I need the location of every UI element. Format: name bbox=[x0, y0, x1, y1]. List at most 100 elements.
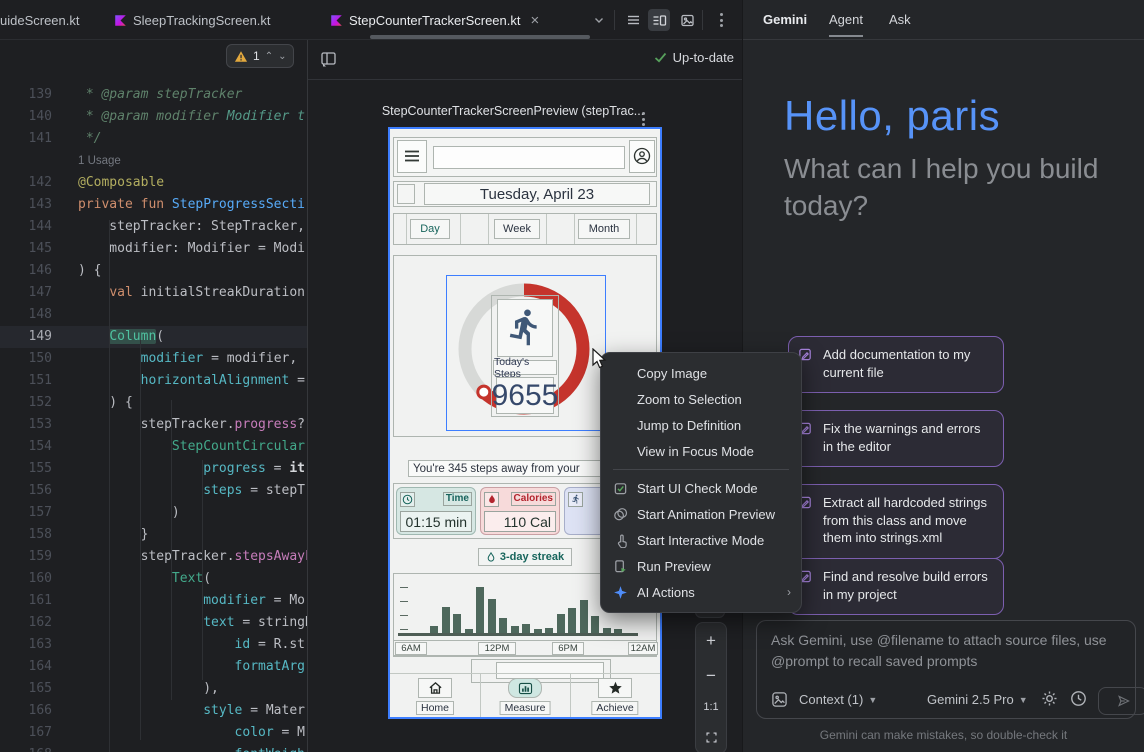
gemini-panel-title: Gemini bbox=[763, 12, 807, 27]
split-view-icon[interactable] bbox=[648, 9, 670, 31]
code-line-154[interactable]: 154 StepCountCircular bbox=[0, 436, 307, 458]
account-button[interactable] bbox=[629, 140, 655, 173]
code-line-140[interactable]: 140 * @param modifier Modifier t bbox=[0, 106, 307, 128]
zoom-out-button[interactable]: − bbox=[706, 667, 716, 684]
menu-item-start-animation-preview[interactable]: Start Animation Preview bbox=[601, 501, 801, 527]
menu-item-start-interactive-mode[interactable]: Start Interactive Mode bbox=[601, 527, 801, 553]
close-icon[interactable]: × bbox=[530, 12, 539, 29]
editor-horizontal-scrollbar[interactable] bbox=[370, 35, 590, 39]
preview-context-menu: Copy ImageZoom to SelectionJump to Defin… bbox=[600, 352, 802, 613]
menu-item-zoom-to-selection[interactable]: Zoom to Selection bbox=[601, 386, 801, 412]
code-line-158[interactable]: 158 } bbox=[0, 524, 307, 546]
code-line-143[interactable]: 143private fun StepProgressSecti bbox=[0, 194, 307, 216]
nav-item-measure[interactable]: Measure bbox=[480, 674, 570, 717]
preview-kebab-menu-icon[interactable] bbox=[642, 102, 645, 126]
streak-label: 3-day streak bbox=[500, 551, 564, 563]
tab-list-chevron-down-icon[interactable] bbox=[588, 9, 610, 31]
menu-item-jump-to-definition[interactable]: Jump to Definition bbox=[601, 412, 801, 438]
gemini-prompt-input[interactable]: Ask Gemini, use @filename to attach sour… bbox=[756, 620, 1136, 719]
code-line-145[interactable]: 145 modifier: Modifier = Modi bbox=[0, 238, 307, 260]
date-header: Tuesday, April 23 bbox=[424, 183, 650, 205]
menu-item-ai-actions[interactable]: AI Actions› bbox=[601, 579, 801, 605]
editor-tab-uidescreen-kt[interactable]: uideScreen.kt bbox=[0, 0, 106, 40]
code-line-139[interactable]: 139 * @param stepTracker bbox=[0, 84, 307, 106]
send-button[interactable] bbox=[1098, 687, 1144, 715]
code-line-152[interactable]: 152 ) { bbox=[0, 392, 307, 414]
code-text: steps = stepT bbox=[78, 483, 305, 498]
code-line-141[interactable]: 141 */ bbox=[0, 128, 307, 150]
code-line-153[interactable]: 153 stepTracker.progress? bbox=[0, 414, 307, 436]
hamburger-menu-button[interactable] bbox=[397, 140, 427, 173]
design-view-icon[interactable] bbox=[676, 9, 698, 31]
suggestion-card-3[interactable]: Extract all hardcoded strings from this … bbox=[788, 484, 1004, 559]
line-number: 167 bbox=[0, 722, 60, 744]
code-line-144[interactable]: 144 stepTracker: StepTracker, bbox=[0, 216, 307, 238]
suggestion-card-2[interactable]: Fix the warnings and errors in the edito… bbox=[788, 410, 1004, 467]
editor-kebab-menu-icon[interactable] bbox=[710, 9, 732, 31]
code-text: stepTracker.progress? bbox=[78, 417, 305, 432]
line-number: 166 bbox=[0, 700, 60, 722]
nav-item-achieve[interactable]: Achieve bbox=[570, 674, 660, 717]
code-line-155[interactable]: 155 progress = it bbox=[0, 458, 307, 480]
code-line-167[interactable]: 167 color = M bbox=[0, 722, 307, 744]
code-line-160[interactable]: 160 Text( bbox=[0, 568, 307, 590]
tab-ask[interactable]: Ask bbox=[889, 12, 911, 35]
previous-issue-chevron-up-icon[interactable]: ⌃ bbox=[265, 51, 273, 62]
period-tab-day[interactable]: Day bbox=[410, 219, 450, 239]
code-line-162[interactable]: 162 text = stringR bbox=[0, 612, 307, 634]
settings-gear-icon[interactable] bbox=[1041, 690, 1058, 707]
zoom-controls: + − 1:1 bbox=[695, 622, 727, 752]
editor-tab-sleeptrackingscreen-kt[interactable]: SleepTrackingScreen.kt bbox=[114, 0, 319, 40]
code-line-161[interactable]: 161 modifier = Mo bbox=[0, 590, 307, 612]
code-line-163[interactable]: 163 id = R.st bbox=[0, 634, 307, 656]
code-line-147[interactable]: 147 val initialStreakDuration bbox=[0, 282, 307, 304]
code-text: modifier = Mo bbox=[78, 593, 305, 608]
tab-agent[interactable]: Agent bbox=[829, 12, 863, 37]
code-line-148[interactable]: 148 bbox=[0, 304, 307, 326]
code-line-149[interactable]: 149 Column( bbox=[0, 326, 307, 348]
suggestion-text: Find and resolve build errors in my proj… bbox=[823, 569, 988, 602]
menu-item-view-in-focus-mode[interactable]: View in Focus Mode bbox=[601, 438, 801, 464]
code-line-157[interactable]: 157 ) bbox=[0, 502, 307, 524]
attach-image-icon[interactable] bbox=[771, 691, 788, 708]
suggestion-card-1[interactable]: Add documentation to my current file bbox=[788, 336, 1004, 393]
fit-to-screen-icon[interactable] bbox=[705, 731, 718, 744]
steps-value: 9655 bbox=[496, 377, 554, 414]
code-line-164[interactable]: 164 formatArg bbox=[0, 656, 307, 678]
code-editor[interactable]: 139 * @param stepTracker140 * @param mod… bbox=[0, 40, 307, 752]
preview-title[interactable]: StepCounterTrackerScreenPreview (stepTra… bbox=[378, 104, 648, 118]
usage-inlay-hint[interactable]: 1 Usage bbox=[0, 150, 307, 172]
code-line-159[interactable]: 159 stepTracker.stepsAwayF bbox=[0, 546, 307, 568]
chart-bar bbox=[522, 624, 530, 633]
code-line-146[interactable]: 146) { bbox=[0, 260, 307, 282]
menu-item-start-ui-check-mode[interactable]: Start UI Check Mode bbox=[601, 475, 801, 501]
search-input[interactable] bbox=[433, 146, 625, 169]
nav-item-home[interactable]: Home bbox=[390, 674, 480, 717]
next-issue-chevron-down-icon[interactable]: ⌄ bbox=[278, 51, 286, 62]
stat-card-value: 110 Cal bbox=[484, 511, 556, 532]
period-tab-week[interactable]: Week bbox=[494, 219, 540, 239]
code-view-icon[interactable] bbox=[622, 9, 644, 31]
context-dropdown[interactable]: Context (1)▼ bbox=[799, 692, 877, 707]
menu-item-copy-image[interactable]: Copy Image bbox=[601, 360, 801, 386]
code-line-142[interactable]: 142@Composable bbox=[0, 172, 307, 194]
editor-tab-stepcountertrackerscreen-kt[interactable]: StepCounterTrackerScreen.kt× bbox=[330, 0, 582, 40]
period-tab-month[interactable]: Month bbox=[578, 219, 630, 239]
zoom-level-label[interactable]: 1:1 bbox=[703, 701, 718, 713]
model-dropdown[interactable]: Gemini 2.5 Pro▼ bbox=[927, 692, 1028, 707]
code-line-150[interactable]: 150 modifier = modifier, bbox=[0, 348, 307, 370]
code-line-165[interactable]: 165 ), bbox=[0, 678, 307, 700]
preview-layout-icon[interactable] bbox=[320, 51, 337, 68]
date-leading-box bbox=[397, 184, 415, 204]
code-text: modifier: Modifier = Modi bbox=[78, 241, 305, 256]
code-text: horizontalAlignment = bbox=[78, 373, 305, 388]
code-line-156[interactable]: 156 steps = stepT bbox=[0, 480, 307, 502]
zoom-in-button[interactable]: + bbox=[706, 632, 716, 649]
inspection-widget[interactable]: 1 ⌃ ⌄ bbox=[226, 44, 294, 68]
code-line-168[interactable]: 168 fontWeigh bbox=[0, 744, 307, 752]
code-line-166[interactable]: 166 style = Mater bbox=[0, 700, 307, 722]
history-clock-icon[interactable] bbox=[1070, 690, 1087, 707]
suggestion-card-4[interactable]: Find and resolve build errors in my proj… bbox=[788, 558, 1004, 615]
menu-item-run-preview[interactable]: Run Preview bbox=[601, 553, 801, 579]
code-line-151[interactable]: 151 horizontalAlignment = bbox=[0, 370, 307, 392]
